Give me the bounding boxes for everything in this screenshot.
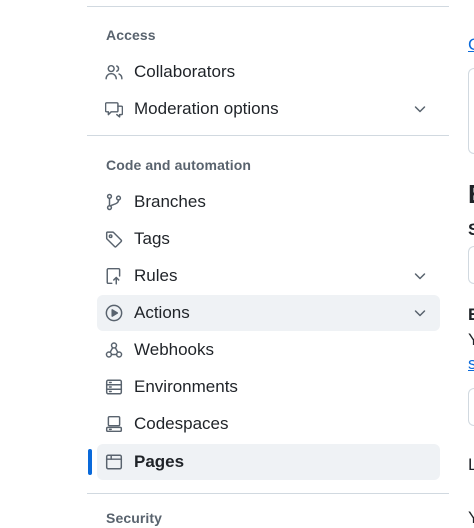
chevron-down-icon[interactable] — [412, 101, 428, 117]
codespaces-icon — [105, 415, 123, 433]
browser-icon — [105, 453, 123, 471]
sidebar-item-collaborators[interactable]: Collaborators — [97, 54, 440, 90]
sidebar-item-branches[interactable]: Branches — [97, 184, 440, 220]
sidebar-item-label: Moderation options — [134, 99, 279, 118]
sidebar-item-label: Codespaces — [134, 414, 229, 433]
sidebar-item-codespaces[interactable]: Codespaces — [97, 406, 440, 442]
main-text-fragment: Y — [468, 330, 474, 349]
top-divider — [87, 6, 449, 7]
main-select-box[interactable] — [468, 246, 474, 284]
play-icon — [105, 304, 123, 322]
sidebar-item-pages[interactable]: Pages — [97, 444, 440, 480]
sidebar-item-label: Webhooks — [134, 340, 215, 359]
main-box — [468, 68, 474, 154]
people-icon — [105, 63, 123, 81]
sidebar-item-rules[interactable]: Rules — [97, 258, 440, 294]
section-divider — [87, 493, 449, 494]
sidebar-item-label: Pages — [134, 452, 185, 471]
main-link-fragment[interactable]: C — [468, 35, 474, 55]
sidebar-item-label: Collaborators — [134, 62, 236, 81]
main-link-fragment[interactable]: s — [468, 354, 474, 374]
section-divider — [87, 135, 449, 136]
section-title-security: Security — [106, 510, 163, 526]
sidebar-item-tags[interactable]: Tags — [97, 221, 440, 257]
server-icon — [105, 378, 123, 396]
main-input-box[interactable] — [468, 388, 474, 426]
sidebar-item-label: Environments — [134, 377, 238, 396]
sidebar-item-webhooks[interactable]: Webhooks — [97, 332, 440, 368]
report-icon — [105, 100, 123, 118]
sidebar-item-label: Branches — [134, 192, 206, 211]
tag-icon — [105, 230, 123, 248]
sidebar-item-environments[interactable]: Environments — [97, 369, 440, 405]
section-title-access: Access — [106, 27, 156, 43]
sidebar-item-label: Tags — [134, 229, 170, 248]
chevron-down-icon[interactable] — [412, 268, 428, 284]
chevron-down-icon[interactable] — [412, 305, 428, 321]
main-heading-fragment: E — [468, 181, 474, 207]
sidebar-item-label: Actions — [134, 303, 190, 322]
main-label-fragment: E — [468, 305, 474, 324]
main-text-fragment: L — [468, 455, 474, 474]
section-title-code-and-automation: Code and automation — [106, 157, 252, 173]
git-branch-icon — [105, 193, 123, 211]
main-label-fragment: S — [468, 220, 474, 239]
main-text-fragment: Y — [468, 508, 474, 527]
webhook-icon — [105, 341, 123, 359]
repo-push-icon — [105, 267, 123, 285]
selected-indicator — [88, 449, 92, 475]
sidebar-item-moderation-options[interactable]: Moderation options — [97, 91, 440, 127]
sidebar-item-label: Rules — [134, 266, 178, 285]
sidebar-item-actions[interactable]: Actions — [97, 295, 440, 331]
